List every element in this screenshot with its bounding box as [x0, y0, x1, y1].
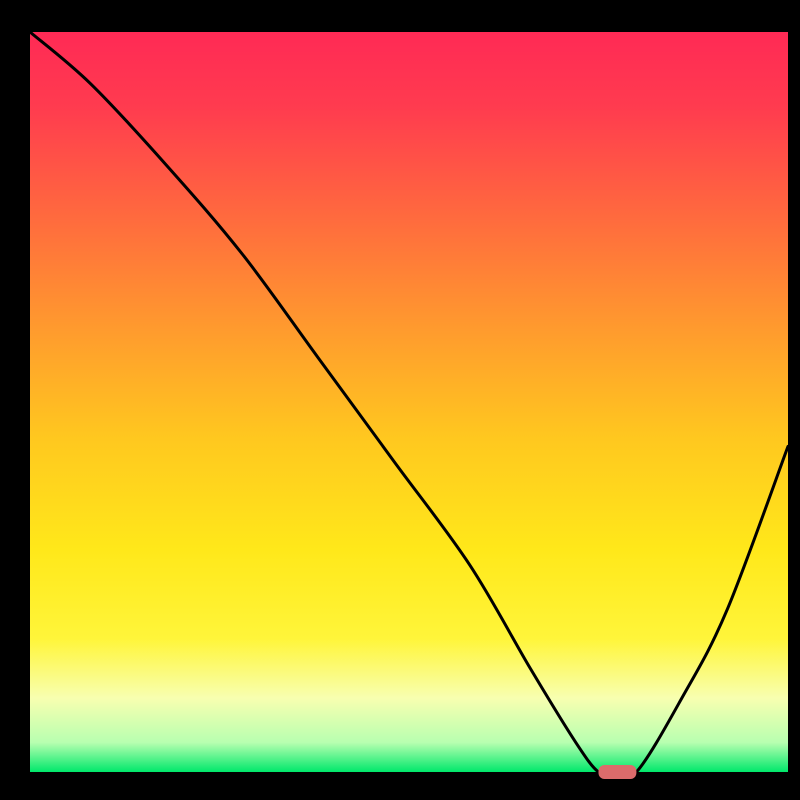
optimal-point-marker — [599, 765, 637, 779]
plot-gradient-area — [30, 32, 788, 772]
bottleneck-chart — [0, 0, 800, 800]
